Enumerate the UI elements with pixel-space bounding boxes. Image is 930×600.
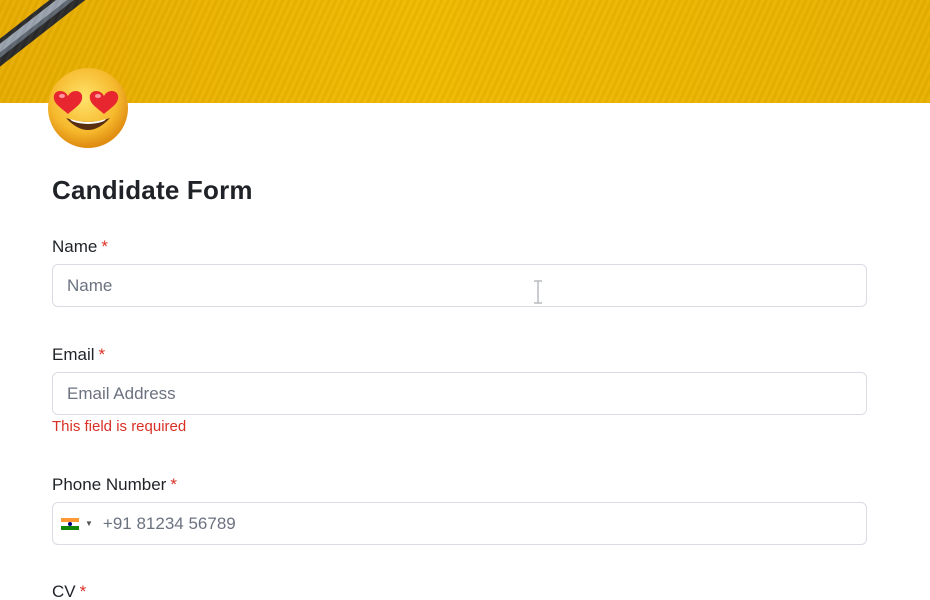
required-marker: * — [98, 345, 106, 364]
phone-input[interactable]: ▼ +91 81234 56789 — [52, 502, 867, 545]
form-title: Candidate Form — [52, 175, 253, 205]
email-label: Email * — [52, 345, 105, 365]
phone-label-text: Phone Number — [52, 475, 167, 494]
chevron-down-icon: ▼ — [85, 519, 93, 528]
phone-label: Phone Number * — [52, 475, 177, 495]
heart-eyes-emoji-icon — [46, 66, 130, 150]
cv-label-text: CV — [52, 582, 76, 600]
text-cursor-icon — [534, 280, 542, 304]
email-error-message: This field is required — [52, 418, 187, 435]
name-placeholder: Name — [67, 275, 113, 295]
email-input[interactable]: Email Address — [52, 372, 867, 415]
email-label-text: Email — [52, 345, 95, 364]
name-label-text: Name — [52, 237, 98, 256]
name-label: Name * — [52, 237, 108, 257]
name-input[interactable]: Name — [52, 264, 867, 307]
india-flag-icon — [61, 517, 79, 530]
phone-placeholder: +91 81234 56789 — [102, 513, 236, 533]
required-marker: * — [79, 582, 87, 600]
required-marker: * — [101, 237, 108, 256]
country-selector[interactable]: ▼ — [61, 517, 93, 530]
cover-banner — [0, 0, 930, 103]
required-marker: * — [170, 475, 177, 494]
cv-label: CV * — [52, 582, 86, 600]
email-placeholder: Email Address — [67, 383, 176, 403]
